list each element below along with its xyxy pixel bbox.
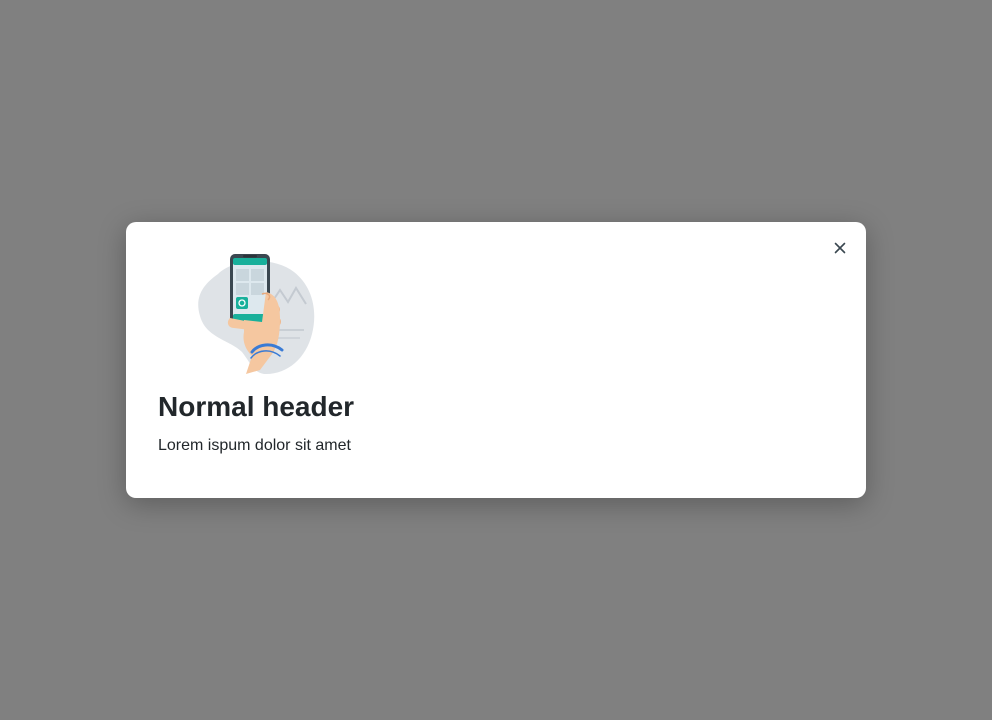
- close-icon: [834, 242, 846, 254]
- modal-dialog: Normal header Lorem ispum dolor sit amet: [126, 222, 866, 498]
- close-button[interactable]: [828, 236, 852, 260]
- hand-holding-phone-icon: [198, 254, 315, 374]
- modal-title: Normal header: [158, 391, 355, 422]
- modal-description: Lorem ispum dolor sit amet: [158, 437, 351, 454]
